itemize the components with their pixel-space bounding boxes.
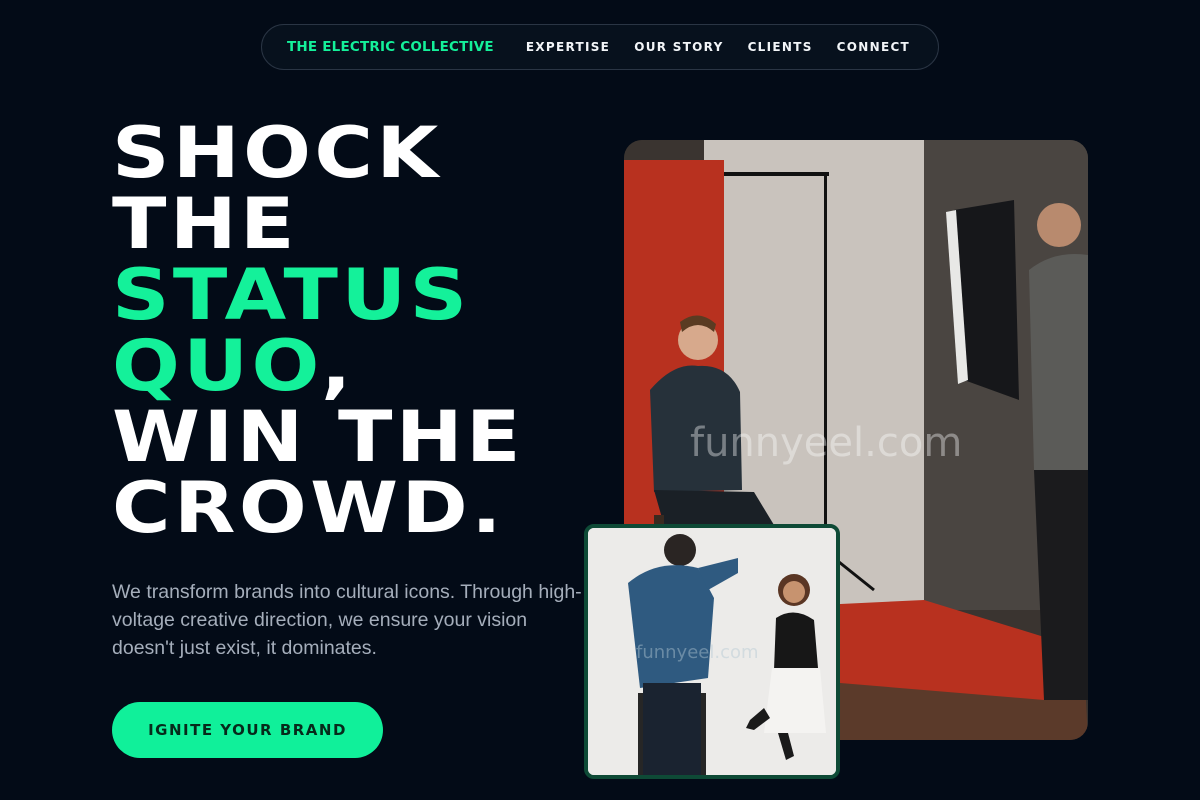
headline-line-3: STATUS xyxy=(112,254,471,336)
headline-line-5: WIN THE xyxy=(112,396,524,478)
nav-links: EXPERTISE OUR STORY CLIENTS CONNECT xyxy=(526,40,910,54)
nav-link-connect[interactable]: CONNECT xyxy=(837,40,910,54)
nav-link-our-story[interactable]: OUR STORY xyxy=(634,40,723,54)
top-nav: THE ELECTRIC COLLECTIVE EXPERTISE OUR ST… xyxy=(261,24,939,70)
headline-line-4: QUO, xyxy=(112,331,524,402)
main-photo-watermark: funnyeel.com xyxy=(690,420,963,466)
headline-line-6: CROWD. xyxy=(112,467,505,549)
headline-comma: , xyxy=(320,325,355,407)
inset-photo-watermark: funnyeel.com xyxy=(636,642,759,663)
hero-headline: SHOCK THE STATUS QUO, WIN THE CROWD. xyxy=(112,118,524,544)
headline-line-1: SHOCK xyxy=(112,112,442,194)
hero-lead-text: We transform brands into cultural icons.… xyxy=(112,581,582,659)
brand-logo-link[interactable]: THE ELECTRIC COLLECTIVE xyxy=(287,39,494,55)
headline-line-2: THE xyxy=(112,183,298,265)
nav-link-expertise[interactable]: EXPERTISE xyxy=(526,40,610,54)
ignite-brand-button[interactable]: IGNITE YOUR BRAND xyxy=(112,702,383,758)
headline-accent-quo: QUO xyxy=(112,325,321,407)
nav-link-clients[interactable]: CLIENTS xyxy=(748,40,813,54)
